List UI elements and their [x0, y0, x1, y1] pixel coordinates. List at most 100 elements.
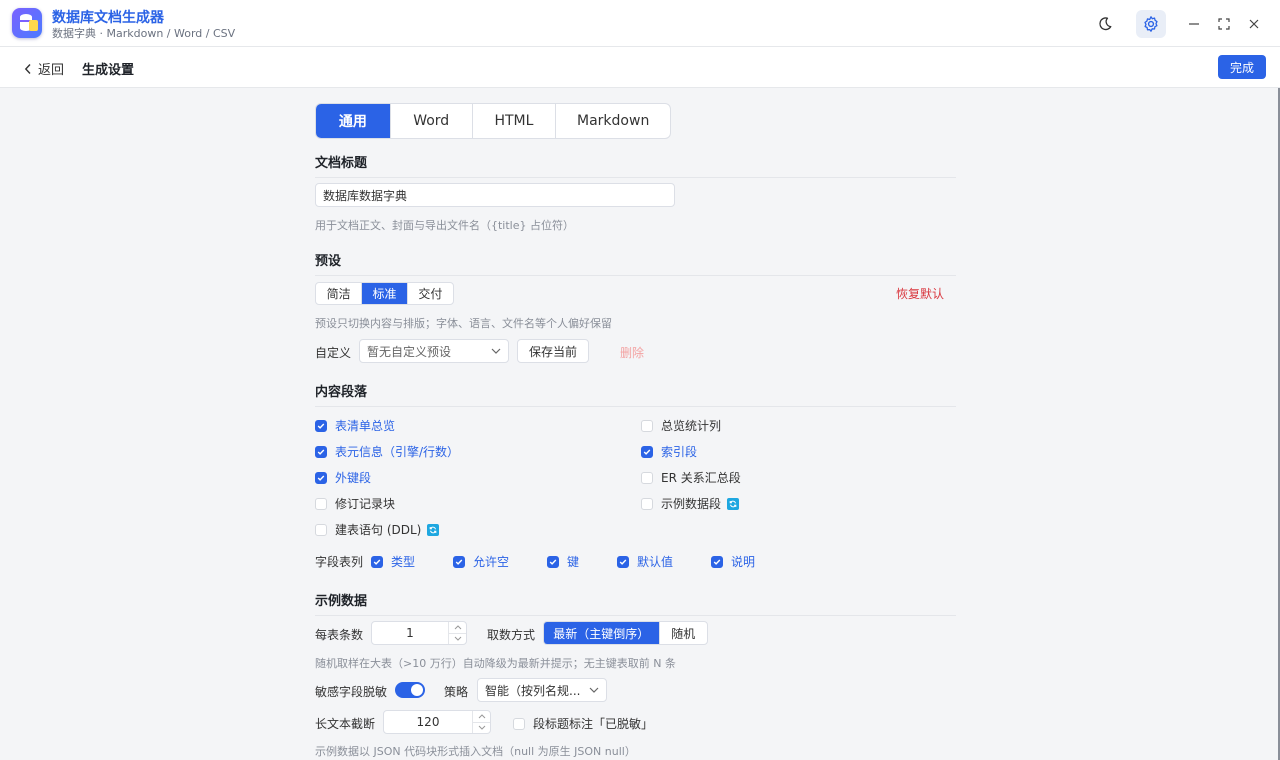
done-button[interactable]: 完成	[1218, 55, 1266, 79]
column-label: 类型	[391, 555, 416, 569]
section-label: 索引段	[661, 445, 698, 459]
checkbox-box	[641, 445, 653, 458]
maximize-icon	[1218, 18, 1230, 30]
section-checkbox[interactable]: 修订记录块	[315, 495, 395, 512]
column-label: 默认值	[637, 555, 674, 569]
checkbox-box	[617, 555, 629, 568]
preset-option-simple[interactable]: 简洁	[316, 283, 361, 304]
section-label: 示例数据段	[661, 497, 722, 511]
back-button[interactable]: 返回	[24, 59, 64, 78]
tab-general[interactable]: 通用	[316, 104, 390, 138]
rows-per-table-value: 1	[406, 626, 414, 640]
column-checkbox-default[interactable]: 默认值	[617, 553, 673, 570]
sampling-mode-latest[interactable]: 最新（主键倒序）	[544, 622, 659, 644]
decrement-button[interactable]	[473, 721, 490, 734]
strategy-label: 策略	[444, 685, 469, 699]
custom-preset-select[interactable]: 暂无自定义预设	[359, 339, 509, 363]
sampling-mode-label: 取数方式	[487, 628, 536, 642]
sample-format-hint: 示例数据以 JSON 代码块形式插入文档（null 为原生 JSON null）	[315, 745, 636, 758]
checkbox-box	[371, 555, 383, 568]
checkbox-box	[641, 419, 653, 432]
theme-toggle-button[interactable]	[1090, 10, 1120, 38]
settings-button[interactable]	[1136, 10, 1166, 38]
preset-heading: 预设	[315, 250, 956, 276]
preset-selector: 简洁 标准 交付	[315, 282, 454, 305]
tab-html[interactable]: HTML	[471, 104, 556, 138]
strategy-value: 智能（按列名规...	[485, 683, 581, 698]
minimize-button[interactable]	[1179, 10, 1209, 38]
preset-option-standard[interactable]: 标准	[361, 283, 407, 304]
preset-option-delivery[interactable]: 交付	[406, 283, 453, 304]
chevron-up-icon	[454, 625, 461, 630]
column-label: 说明	[731, 555, 756, 569]
masking-label: 敏感字段脱敏	[315, 685, 388, 699]
delete-preset-button[interactable]: 删除	[620, 344, 644, 361]
save-preset-button[interactable]: 保存当前	[517, 339, 589, 363]
section-checkbox[interactable]: 总览统计列	[641, 417, 721, 434]
page-title: 生成设置	[82, 63, 135, 78]
page-header: 返回 生成设置 完成	[0, 47, 1280, 88]
section-checkbox[interactable]: 表元信息（引擎/行数）	[315, 443, 459, 460]
column-checkbox-comment[interactable]: 说明	[711, 553, 755, 570]
gear-icon	[1144, 16, 1158, 32]
truncate-stepper[interactable]: 120	[383, 710, 491, 734]
custom-preset-placeholder: 暂无自定义预设	[367, 344, 452, 359]
minimize-icon	[1189, 23, 1199, 25]
section-label: 表清单总览	[335, 419, 396, 433]
increment-button[interactable]	[473, 711, 490, 722]
sample-data-heading: 示例数据	[315, 590, 956, 616]
content-sections-heading: 内容段落	[315, 381, 956, 407]
decrement-button[interactable]	[449, 632, 466, 645]
column-checkbox-key[interactable]: 键	[547, 553, 579, 570]
settings-tabs: 通用 Word HTML Markdown	[315, 103, 671, 139]
app-logo-icon	[12, 8, 42, 38]
section-label: 表元信息（引擎/行数）	[335, 445, 460, 459]
section-label: 建表语句 (DDL)	[335, 523, 422, 537]
section-label: 总览统计列	[661, 419, 722, 433]
sampling-mode-selector: 最新（主键倒序） 随机	[543, 621, 708, 645]
section-checkbox[interactable]: ER 关系汇总段	[641, 469, 741, 486]
reset-default-link[interactable]: 恢复默认	[896, 285, 944, 302]
section-checkbox[interactable]: 表清单总览	[315, 417, 395, 434]
sync-icon	[427, 523, 440, 536]
rows-per-table-stepper[interactable]: 1	[371, 621, 467, 645]
checkmark-icon	[713, 559, 721, 565]
truncate-value: 120	[416, 715, 440, 729]
chevron-down-icon	[589, 687, 599, 693]
truncate-label: 长文本截断	[315, 717, 376, 731]
chevron-down-icon	[478, 725, 485, 730]
column-checkbox-type[interactable]: 类型	[371, 553, 415, 570]
doc-title-hint: 用于文档正文、封面与导出文件名（{title} 占位符）	[315, 219, 574, 232]
tab-word[interactable]: Word	[389, 104, 472, 138]
tab-markdown[interactable]: Markdown	[555, 104, 670, 138]
close-window-button[interactable]	[1239, 10, 1269, 38]
section-checkbox[interactable]: 外键段	[315, 469, 371, 486]
checkbox-box	[453, 555, 465, 568]
checkbox-box	[547, 555, 559, 568]
checkbox-box	[711, 555, 723, 568]
chevron-left-icon	[24, 63, 31, 74]
section-checkbox[interactable]: 建表语句 (DDL)	[315, 521, 440, 538]
column-checkbox-nullable[interactable]: 允许空	[453, 553, 509, 570]
checkbox-box	[315, 419, 327, 432]
increment-button[interactable]	[449, 622, 466, 633]
checkmark-icon	[549, 559, 557, 565]
checkbox-box	[315, 445, 327, 458]
sampling-hint: 随机取样在大表（>10 万行）自动降级为最新并提示；无主键表取前 N 条	[315, 657, 676, 670]
strategy-select[interactable]: 智能（按列名规...	[477, 678, 607, 702]
section-checkbox[interactable]: 索引段	[641, 443, 697, 460]
doc-title-input[interactable]: 数据库数据字典	[315, 183, 675, 207]
sampling-mode-random[interactable]: 随机	[658, 622, 707, 644]
maximize-button[interactable]	[1209, 10, 1239, 38]
checkmark-icon	[455, 559, 463, 565]
preset-hint: 预设只切换内容与排版；字体、语言、文件名等个人偏好保留	[315, 317, 612, 330]
section-label: 外键段	[335, 471, 372, 485]
masking-toggle[interactable]	[395, 682, 425, 698]
section-checkbox[interactable]: 示例数据段	[641, 495, 740, 512]
checkbox-box	[315, 523, 327, 536]
doc-title-heading: 文档标题	[315, 152, 956, 178]
checkmark-icon	[643, 449, 651, 455]
mark-masked-checkbox[interactable]: 段标题标注「已脱敏」	[513, 715, 653, 732]
checkbox-box	[315, 471, 327, 484]
back-label: 返回	[38, 63, 65, 78]
